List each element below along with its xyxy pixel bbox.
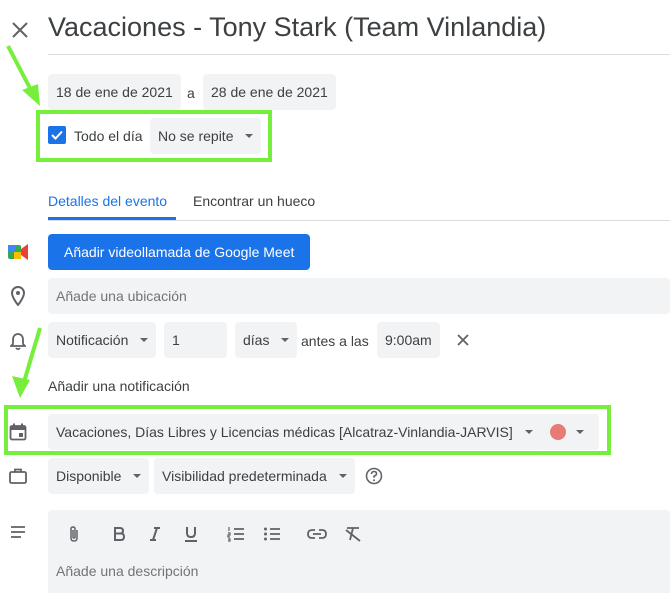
location-pin-icon <box>8 286 28 306</box>
event-color-select[interactable] <box>538 414 599 450</box>
add-meet-button[interactable]: Añadir videollamada de Google Meet <box>48 234 311 270</box>
notification-type-value: Notificación <box>56 332 129 348</box>
notification-time-input[interactable]: 9:00am <box>377 322 440 358</box>
notes-icon <box>8 522 28 542</box>
help-icon[interactable] <box>364 466 384 486</box>
all-day-checkbox[interactable] <box>48 126 66 144</box>
availability-value: Disponible <box>56 468 122 484</box>
chevron-down-icon <box>133 474 142 478</box>
notification-unit-value: días <box>243 332 270 348</box>
attach-icon[interactable] <box>64 524 84 544</box>
add-notification-link[interactable]: Añadir una notificación <box>48 378 190 394</box>
tab-find-a-time[interactable]: Encontrar un hueco <box>193 193 315 209</box>
bold-icon[interactable] <box>109 524 129 544</box>
briefcase-icon <box>8 466 28 486</box>
chevron-down-icon <box>281 338 290 342</box>
calendar-select[interactable]: Vacaciones, Días Libres y Licencias médi… <box>48 414 541 450</box>
date-separator: a <box>187 85 195 101</box>
availability-select[interactable]: Disponible <box>48 458 150 494</box>
clear-format-icon[interactable] <box>343 524 363 544</box>
close-icon[interactable] <box>8 18 32 42</box>
start-date[interactable]: 18 de ene de 2021 <box>48 74 181 110</box>
tab-event-details[interactable]: Detalles del evento <box>48 193 167 209</box>
visibility-value: Visibilidad predeterminada <box>162 468 327 484</box>
end-date[interactable]: 28 de ene de 2021 <box>203 74 336 110</box>
description-editor[interactable] <box>48 510 670 593</box>
location-input[interactable]: Añade una ubicación <box>48 278 670 314</box>
repeat-select[interactable]: No se repite <box>150 118 262 154</box>
remove-notification-icon[interactable] <box>453 330 473 350</box>
chevron-down-icon <box>140 338 149 342</box>
chevron-down-icon <box>524 430 533 434</box>
annotation-arrow <box>6 45 40 106</box>
notification-amount-input[interactable]: 1 <box>164 322 227 358</box>
link-icon[interactable] <box>307 524 327 544</box>
calendar-icon <box>8 422 28 442</box>
google-meet-icon <box>8 242 28 262</box>
underline-icon[interactable] <box>181 524 201 544</box>
notification-type-select[interactable]: Notificación <box>48 322 157 358</box>
title-underline <box>48 54 670 55</box>
tabs-divider <box>48 220 670 221</box>
calendar-name: Vacaciones, Días Libres y Licencias médi… <box>56 424 513 440</box>
all-day-label: Todo el día <box>74 128 143 144</box>
visibility-select[interactable]: Visibilidad predeterminada <box>154 458 355 494</box>
notification-before-label: antes a las <box>301 333 369 349</box>
description-placeholder: Añade una descripción <box>56 563 199 579</box>
bell-icon <box>8 332 28 352</box>
repeat-value: No se repite <box>158 128 234 144</box>
chevron-down-icon <box>245 134 254 138</box>
chevron-down-icon <box>338 474 347 478</box>
notification-unit-select[interactable]: días <box>235 322 298 358</box>
event-title[interactable]: Vacaciones - Tony Stark (Team Vinlandia) <box>48 12 546 43</box>
bulleted-list-icon[interactable] <box>262 524 282 544</box>
color-swatch <box>550 424 566 440</box>
numbered-list-icon[interactable] <box>226 524 246 544</box>
chevron-down-icon <box>576 430 584 434</box>
italic-icon[interactable] <box>145 524 165 544</box>
